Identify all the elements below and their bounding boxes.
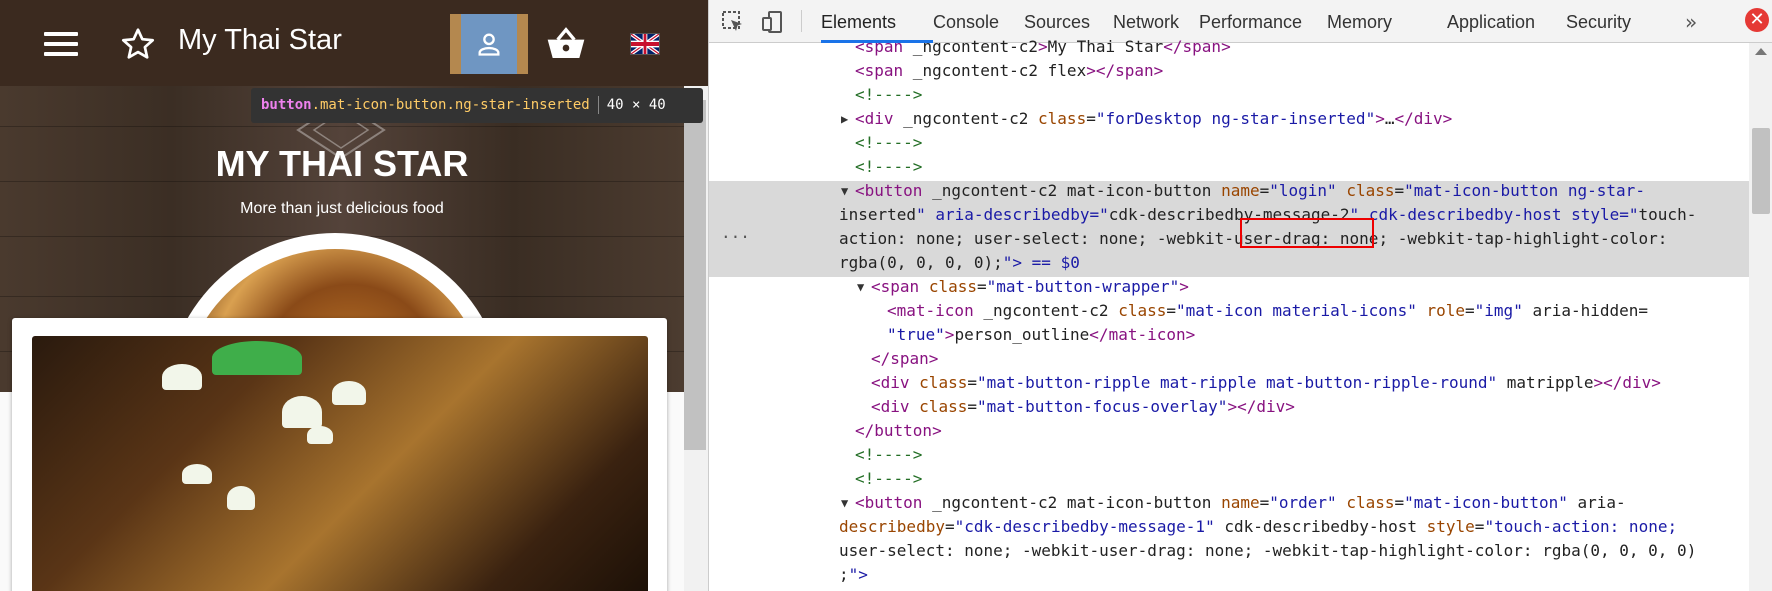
devtools-scrollbar-thumb[interactable] <box>1752 128 1770 214</box>
dom-line[interactable]: user-select: none; -webkit-user-drag: no… <box>839 539 1696 563</box>
dom-line-text: <!----> <box>855 133 923 152</box>
dom-line-text: <!----> <box>855 157 923 176</box>
uk-flag-icon[interactable] <box>630 33 660 55</box>
tab-sources[interactable]: Sources <box>1024 12 1090 33</box>
expand-triangle-icon[interactable]: ▼ <box>857 275 864 299</box>
dom-line[interactable]: ▼ <button _ngcontent-c2 mat-icon-button n… <box>841 491 1626 515</box>
dom-line-text: ;"> <box>839 565 868 584</box>
dom-line[interactable]: ▶ <div _ngcontent-c2 class="forDesktop ng… <box>841 107 1453 131</box>
dom-line[interactable]: <!----> <box>855 443 922 467</box>
page-scrollbar-thumb[interactable] <box>684 100 706 450</box>
expand-triangle-icon[interactable]: ▼ <box>841 179 848 203</box>
app-toolbar: My Thai Star <box>0 0 708 86</box>
expand-triangle-icon[interactable]: ▶ <box>841 107 848 131</box>
dom-line-text: <!----> <box>855 469 923 488</box>
dom-line[interactable]: <div class="mat-button-ripple mat-ripple… <box>871 371 1661 395</box>
dom-line-text: <div class="mat-button-focus-overlay"></… <box>871 397 1295 416</box>
dom-line-text: "true">person_outline</mat-icon> <box>887 325 1196 344</box>
tab-security[interactable]: Security <box>1566 12 1631 33</box>
dom-line[interactable]: <mat-icon _ngcontent-c2 class="mat-icon … <box>887 299 1648 323</box>
shopping-basket-icon[interactable] <box>546 26 586 60</box>
hamburger-icon[interactable] <box>44 32 78 56</box>
restaurant-photo <box>32 336 648 591</box>
app-viewport: My Thai Star MY THAI STAR More than just… <box>0 0 708 591</box>
dom-line[interactable]: </span> <box>871 347 938 371</box>
tab-application[interactable]: Application <box>1447 12 1535 33</box>
tab-network[interactable]: Network <box>1113 12 1179 33</box>
content-card <box>12 318 667 591</box>
login-button[interactable] <box>450 14 528 74</box>
dom-line-text: <div class="mat-button-ripple mat-ripple… <box>871 373 1661 392</box>
dom-line-text: <!----> <box>855 85 923 104</box>
dom-line-text: <div _ngcontent-c2 class="forDesktop ng-… <box>855 109 1453 128</box>
name-login-highlight <box>1240 218 1374 248</box>
dom-line[interactable]: rgba(0, 0, 0, 0);"> == $0 <box>839 251 1080 275</box>
dom-line-text: <span _ngcontent-c2 flex></span> <box>855 61 1164 80</box>
dom-line[interactable]: <!----> <box>855 131 922 155</box>
tab-performance[interactable]: Performance <box>1199 12 1302 33</box>
element-inspect-tooltip: button.mat-icon-button.ng-star-inserted 4… <box>251 88 703 123</box>
tooltip-tag: button <box>261 97 312 113</box>
dom-line-text: rgba(0, 0, 0, 0);"> == $0 <box>839 253 1080 272</box>
close-error-icon[interactable]: ✕ <box>1745 8 1769 32</box>
tab-elements[interactable]: Elements <box>821 12 896 33</box>
dom-line[interactable]: <!----> <box>855 155 922 179</box>
star-outline-icon[interactable] <box>120 26 156 62</box>
dom-line[interactable]: <span _ngcontent-c2>My Thai Star</span> <box>855 35 1231 59</box>
dom-line[interactable]: ▼<span class="mat-button-wrapper"> <box>871 587 1189 591</box>
tooltip-size: 40 × 40 <box>606 97 666 113</box>
dom-line-text: user-select: none; -webkit-user-drag: no… <box>839 541 1697 560</box>
hero-subtitle: More than just delicious food <box>240 200 444 217</box>
dom-line-text: <span class="mat-button-wrapper"> <box>871 277 1189 296</box>
expand-triangle-icon[interactable]: ▼ <box>857 587 864 591</box>
dom-line[interactable]: <div class="mat-button-focus-overlay"></… <box>871 395 1295 419</box>
login-button-content <box>461 14 517 74</box>
dom-line-text: <button _ngcontent-c2 mat-icon-button na… <box>855 493 1626 512</box>
dom-line-text: <!----> <box>855 445 923 464</box>
dom-line[interactable]: <span _ngcontent-c2 flex></span> <box>855 59 1163 83</box>
hero-title: MY THAI STAR <box>215 143 469 184</box>
dom-line-text: describedby="cdk-describedby-message-1" … <box>839 517 1678 536</box>
dom-line[interactable]: describedby="cdk-describedby-message-1" … <box>839 515 1677 539</box>
devtools-scrollbar-track[interactable] <box>1749 43 1772 591</box>
inspect-element-icon[interactable] <box>721 10 745 34</box>
person-outline-icon <box>478 33 500 56</box>
scroll-up-arrow-icon[interactable] <box>1755 48 1767 55</box>
dom-line-text: <mat-icon _ngcontent-c2 class="mat-icon … <box>887 301 1649 320</box>
dom-line-text: <button _ngcontent-c2 mat-icon-button na… <box>855 181 1645 200</box>
dom-line[interactable]: "true">person_outline</mat-icon> <box>887 323 1195 347</box>
tab-console[interactable]: Console <box>933 12 999 33</box>
dom-line-text: </span> <box>871 349 939 368</box>
dom-line[interactable]: ▼ <span class="mat-button-wrapper"> <box>857 275 1189 299</box>
dom-line[interactable]: <!----> <box>855 83 922 107</box>
dom-line-text: <span _ngcontent-c2>My Thai Star</span> <box>855 37 1231 56</box>
device-toolbar-icon[interactable] <box>761 10 785 34</box>
dom-line[interactable]: ;"> <box>839 563 868 587</box>
dom-line-text: </button> <box>855 421 942 440</box>
expand-triangle-icon[interactable]: ▼ <box>841 491 848 515</box>
devtools-panel: Elements Console Sources Network Performance… <box>708 0 1772 591</box>
tab-memory[interactable]: Memory <box>1327 12 1392 33</box>
app-title: My Thai Star <box>178 24 342 56</box>
dom-line[interactable]: <!----> <box>855 467 922 491</box>
dom-line[interactable]: </button> <box>855 419 942 443</box>
more-tabs-chevron-icon[interactable]: » <box>1685 10 1697 34</box>
dom-line[interactable]: ▼ <button _ngcontent-c2 mat-icon-button n… <box>841 179 1645 203</box>
node-ellipsis-menu[interactable]: ... <box>721 223 750 242</box>
elements-dom-tree[interactable]: ... <span _ngcontent-c2>My Thai Star</sp… <box>709 37 1749 591</box>
tooltip-classes: .mat-icon-button.ng-star-inserted <box>311 97 590 113</box>
